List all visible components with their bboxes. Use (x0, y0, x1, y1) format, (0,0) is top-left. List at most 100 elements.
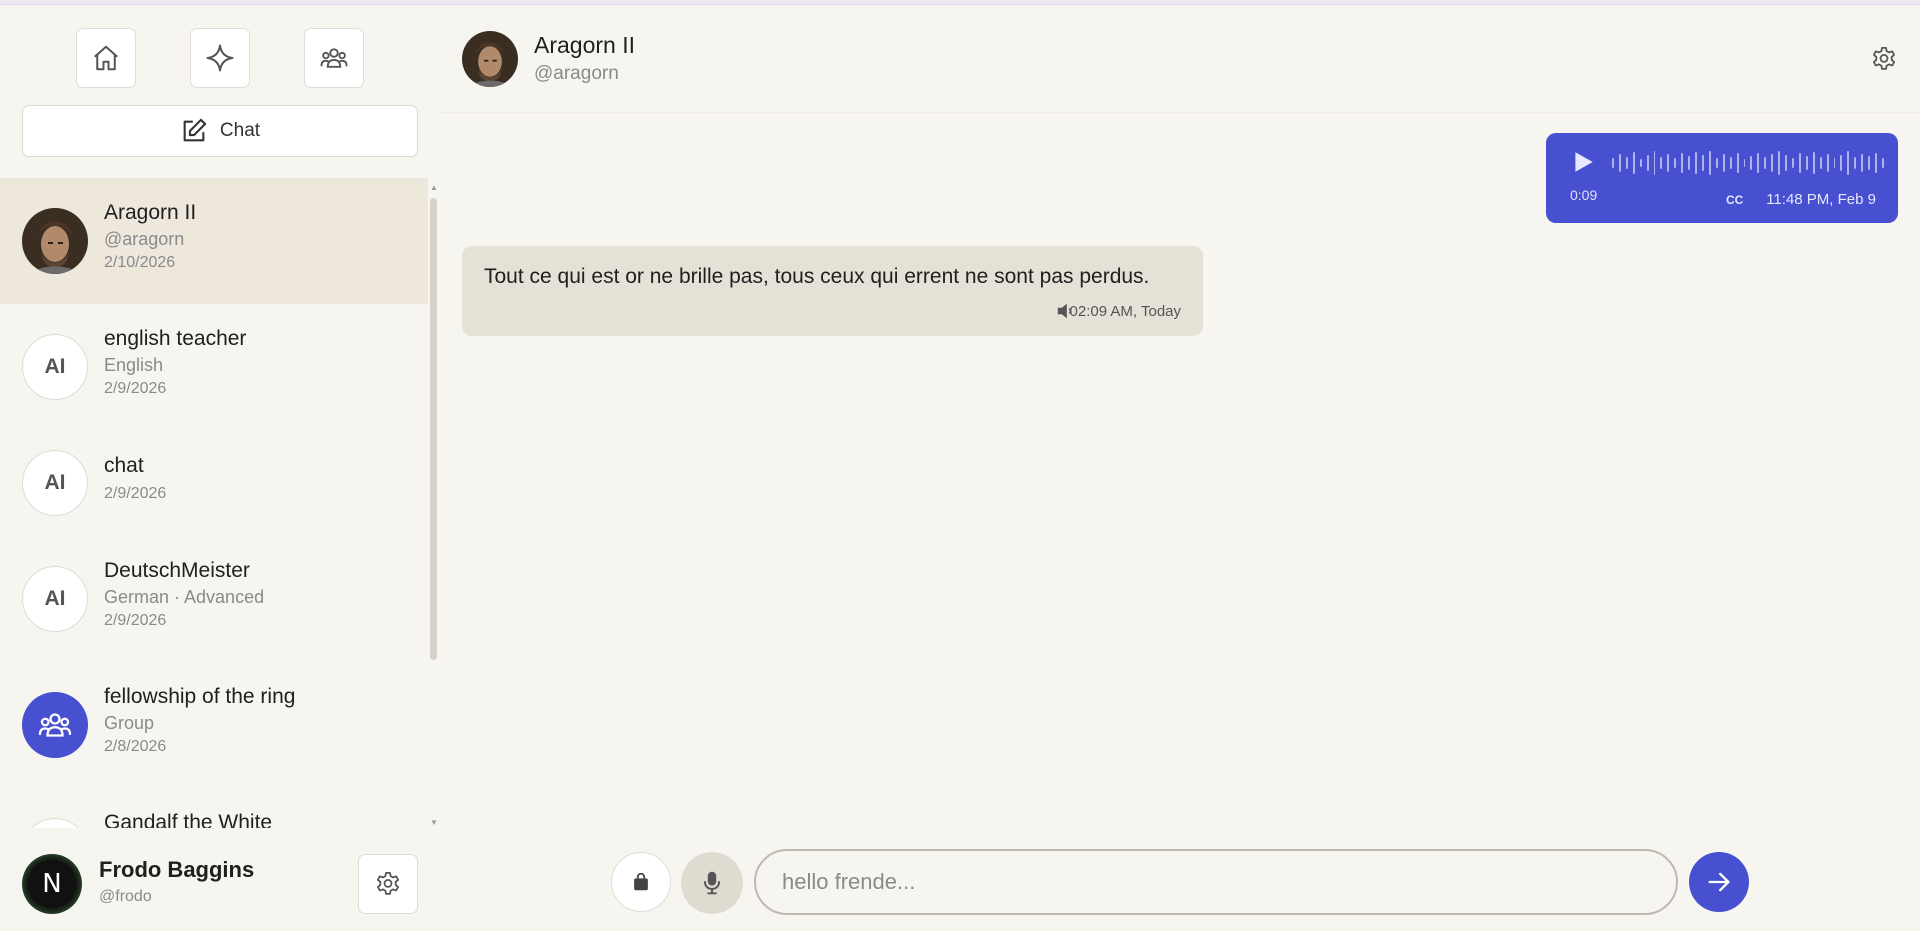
chat-name: DeutschMeister (104, 559, 250, 582)
profile-name: Frodo Baggins (99, 857, 255, 882)
waveform-bar (1805, 156, 1808, 170)
waveform-bar (1791, 158, 1794, 168)
sidebar: Chat Aragorn II @aragorn 2/10/2026 AI en… (0, 5, 440, 931)
waveform-bar (1708, 151, 1711, 175)
chat-subtitle: @aragorn (104, 229, 185, 249)
new-chat-button[interactable]: Chat (22, 105, 418, 157)
microphone-icon (703, 871, 721, 895)
arrow-right-icon (1708, 872, 1730, 892)
chat-date: 2/9/2026 (104, 612, 167, 629)
waveform-bar (1674, 158, 1677, 168)
ai-avatar: AI (22, 566, 88, 632)
ai-avatar: AI (22, 334, 88, 400)
waveform-bar (1771, 154, 1774, 172)
group-icon (38, 713, 72, 737)
avatar (22, 208, 88, 274)
group-icon (320, 48, 348, 68)
waveform-bar (1764, 157, 1767, 169)
aragorn-portrait (22, 208, 88, 274)
chat-handle: @aragorn (534, 63, 619, 84)
waveform-bar (1861, 154, 1864, 172)
gear-icon[interactable] (1870, 45, 1898, 73)
gear-icon (376, 872, 400, 895)
waveform-bar (1826, 154, 1829, 172)
compose-icon (183, 118, 207, 142)
text-message: Tout ce qui est or ne brille pas, tous c… (462, 246, 1203, 336)
waveform-bar (1632, 152, 1635, 174)
chat-title: Aragorn II (534, 32, 635, 58)
chat-list-item-english-teacher[interactable]: AI english teacher English 2/9/2026 (0, 304, 428, 430)
waveform-bar (1618, 154, 1621, 172)
waveform-bar (1701, 155, 1704, 171)
waveform-bar (1798, 153, 1801, 173)
waveform-bar (1722, 154, 1725, 172)
waveform-bar (1778, 151, 1781, 175)
chat-list-item-deutschmeister[interactable]: AI DeutschMeister German · Advanced 2/9/… (0, 536, 428, 662)
waveform-bar (1819, 157, 1822, 169)
profile-settings-button[interactable] (358, 854, 418, 914)
chat-name: chat (104, 454, 144, 477)
chat-list-scrollbar[interactable]: ▲ ▼ (428, 183, 440, 828)
waveform-bar (1667, 154, 1670, 172)
waveform-bar (1833, 158, 1836, 168)
waveform-bar (1695, 152, 1697, 174)
waveform-bar (1736, 153, 1739, 173)
chat-header: Aragorn II @aragorn (440, 5, 1920, 113)
play-icon[interactable] (1570, 149, 1596, 175)
chat-date: 2/8/2026 (104, 738, 167, 755)
chat-list-item-fellowship[interactable]: fellowship of the ring Group 2/8/2026 (0, 662, 428, 788)
waveform-bar (1681, 153, 1684, 173)
waveform-bar (1688, 156, 1691, 170)
groups-button[interactable] (304, 28, 364, 88)
chat-list-item-gandalf[interactable]: AI Gandalf the White (0, 788, 428, 828)
waveform-bar (1847, 151, 1850, 175)
ai-avatar: AI (22, 450, 88, 516)
record-voice-button[interactable] (681, 852, 743, 914)
sparkle-button[interactable] (190, 28, 250, 88)
waveform-bar (1854, 157, 1857, 169)
chat-subtitle: English (104, 355, 164, 375)
scroll-up-icon[interactable]: ▲ (428, 183, 440, 193)
waveform-bar (1612, 158, 1614, 168)
chat-list-item-aragorn[interactable]: Aragorn II @aragorn 2/10/2026 (0, 178, 428, 304)
waveform-bar (1757, 153, 1760, 173)
scroll-down-icon[interactable]: ▼ (428, 818, 440, 828)
sparkle-icon (206, 44, 234, 72)
waveform-bar (1729, 157, 1732, 169)
message-text: Tout ce qui est or ne brille pas, tous c… (484, 265, 1150, 288)
voice-duration: 0:09 (1570, 187, 1598, 203)
chat-subtitle: German · Advanced (104, 587, 265, 607)
send-button[interactable] (1689, 852, 1749, 912)
user-profile: N Frodo Baggins @frodo (0, 831, 440, 931)
message-timestamp: 11:48 PM, Feb 9 (1766, 191, 1876, 208)
chat-list-item-chat[interactable]: AI chat 2/9/2026 (0, 430, 428, 536)
scrollbar-thumb[interactable] (430, 198, 437, 660)
waveform-bar (1812, 152, 1815, 174)
waveform-bar (1625, 157, 1628, 169)
message-input[interactable] (754, 849, 1678, 915)
audio-waveform[interactable] (1612, 149, 1884, 177)
home-button[interactable] (76, 28, 136, 88)
chat-subtitle: Group (104, 713, 155, 733)
chat-name: Aragorn II (104, 201, 197, 224)
group-avatar (22, 692, 88, 758)
waveform-bar (1639, 159, 1642, 167)
waveform-bar (1660, 157, 1663, 169)
shopping-bag-icon (634, 872, 648, 891)
ai-avatar: AI (22, 818, 88, 828)
chat-date: 2/9/2026 (104, 485, 167, 502)
profile-avatar[interactable]: N (22, 854, 82, 914)
waveform-bar (1715, 158, 1718, 168)
chat-date: 2/10/2026 (104, 254, 176, 271)
shop-button[interactable] (611, 852, 671, 912)
waveform-bar (1743, 159, 1746, 167)
waveform-bar (1875, 153, 1877, 173)
waveform-bar (1750, 156, 1753, 170)
waveform-bar (1868, 156, 1871, 170)
waveform-bar (1840, 155, 1843, 171)
header-avatar[interactable] (462, 31, 518, 87)
captions-icon[interactable]: CC (1726, 193, 1743, 207)
chat-name: Gandalf the White (104, 811, 273, 828)
home-icon (94, 45, 118, 71)
aragorn-portrait (462, 31, 518, 87)
